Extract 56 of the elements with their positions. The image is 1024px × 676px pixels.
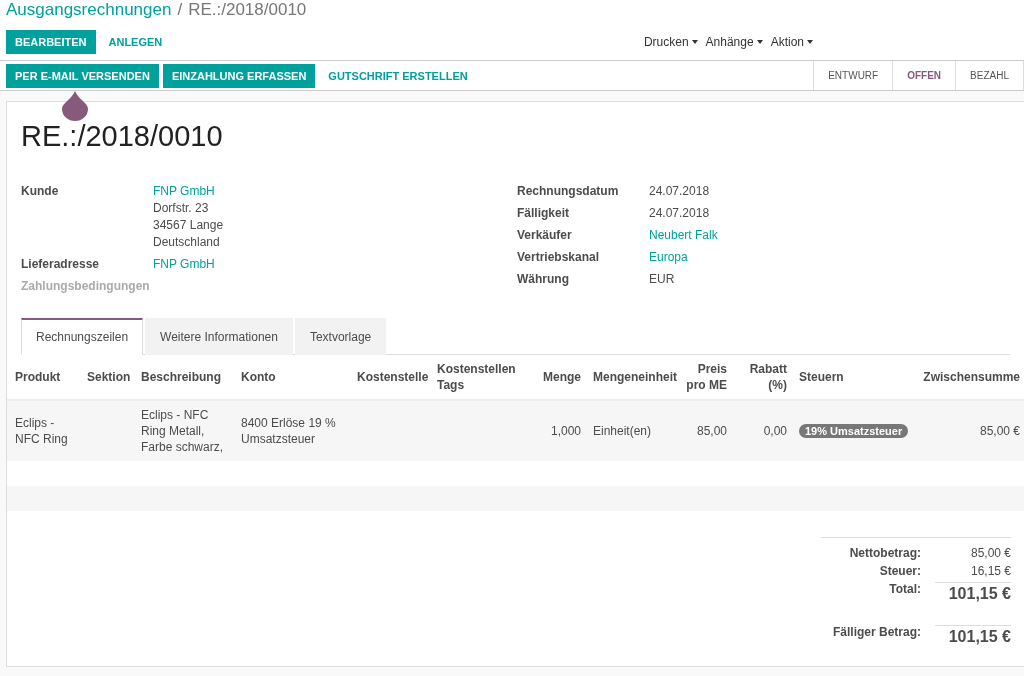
tab[interactable]: Weitere Informationen — [145, 318, 293, 355]
table-cell: Eclips - NFC Ring Metall, Farbe schwarz, — [133, 400, 233, 461]
total-label: Nettobetrag: — [848, 546, 921, 560]
breadcrumb-current: RE.:/2018/0010 — [188, 0, 307, 20]
status-step[interactable]: ENTWURF — [814, 61, 894, 90]
total-label: Total: — [888, 582, 921, 596]
field-label: Kunde — [21, 183, 60, 200]
dropdown-button[interactable]: Aktion — [770, 35, 813, 49]
breadcrumb-link[interactable]: Ausgangsrechnungen — [6, 0, 172, 20]
caret-icon — [691, 40, 698, 44]
field-label: Verkäufer — [517, 227, 573, 244]
table-cell: 0,00 — [731, 400, 791, 461]
due-value: 101,15 € — [935, 625, 1011, 646]
create-button[interactable]: ANLEGEN — [99, 30, 172, 54]
field-label: Rechnungsdatum — [517, 183, 620, 200]
tip-drop-icon[interactable] — [62, 91, 88, 121]
action-button[interactable]: EINZAHLUNG ERFASSEN — [162, 63, 316, 88]
due-label: Fälliger Betrag: — [831, 625, 921, 639]
address-line: 34567 Lange — [153, 217, 225, 234]
field-value: EUR — [649, 271, 676, 288]
field-value: 24.07.2018 — [649, 183, 711, 200]
total-value: 101,15 € — [935, 582, 1011, 603]
invoice-title: RE.:/2018/0010 — [21, 120, 224, 153]
address-line: Deutschland — [153, 234, 221, 251]
edit-button[interactable]: BEARBEITEN — [6, 30, 96, 54]
action-button[interactable]: PER E-MAIL VERSENDEN — [6, 63, 159, 88]
field-label: Zahlungsbedingungen — [21, 278, 151, 294]
table-cell: 85,00 — [675, 400, 731, 461]
total-value: 85,00 € — [969, 546, 1011, 560]
field-label: Währung — [517, 271, 570, 288]
customer-link[interactable]: FNP GmbH — [153, 183, 517, 200]
total-value: 16,15 € — [969, 564, 1011, 578]
caret-icon — [756, 40, 763, 44]
total-label: Steuer: — [878, 564, 921, 578]
breadcrumb-separator: / — [177, 0, 183, 20]
table-cell: 1,000 — [525, 400, 585, 461]
field-link[interactable]: Neubert Falk — [649, 227, 837, 244]
field-label: Lieferadresse — [21, 256, 101, 273]
caret-icon — [807, 40, 813, 44]
status-step[interactable]: OFFEN — [893, 61, 957, 90]
table-cell: 8400 Erlöse 19 % Umsatzsteuer — [233, 400, 349, 461]
field-link[interactable]: Europa — [649, 249, 837, 266]
address-line: Dorfstr. 23 — [153, 200, 210, 217]
action-button[interactable]: GUTSCHRIFT ERSTELLEN — [319, 63, 477, 88]
tab[interactable]: Textvorlage — [294, 318, 387, 355]
customer-link[interactable]: FNP GmbH — [153, 256, 517, 273]
table-cell: Einheit(en) — [585, 400, 675, 461]
dropdown-button[interactable]: Drucken — [643, 35, 698, 49]
field-value: 24.07.2018 — [649, 205, 711, 222]
tab[interactable]: Rechnungszeilen — [21, 318, 144, 355]
dropdown-button[interactable]: Anhänge — [705, 35, 763, 49]
field-label: Fälligkeit — [517, 205, 570, 222]
field-label: Vertriebskanal — [517, 249, 601, 266]
status-step[interactable]: BEZAHL — [956, 61, 1024, 90]
table-cell: Eclips - NFC Ring — [7, 400, 79, 461]
tax-tag: 19% Umsatzsteuer — [799, 424, 909, 438]
